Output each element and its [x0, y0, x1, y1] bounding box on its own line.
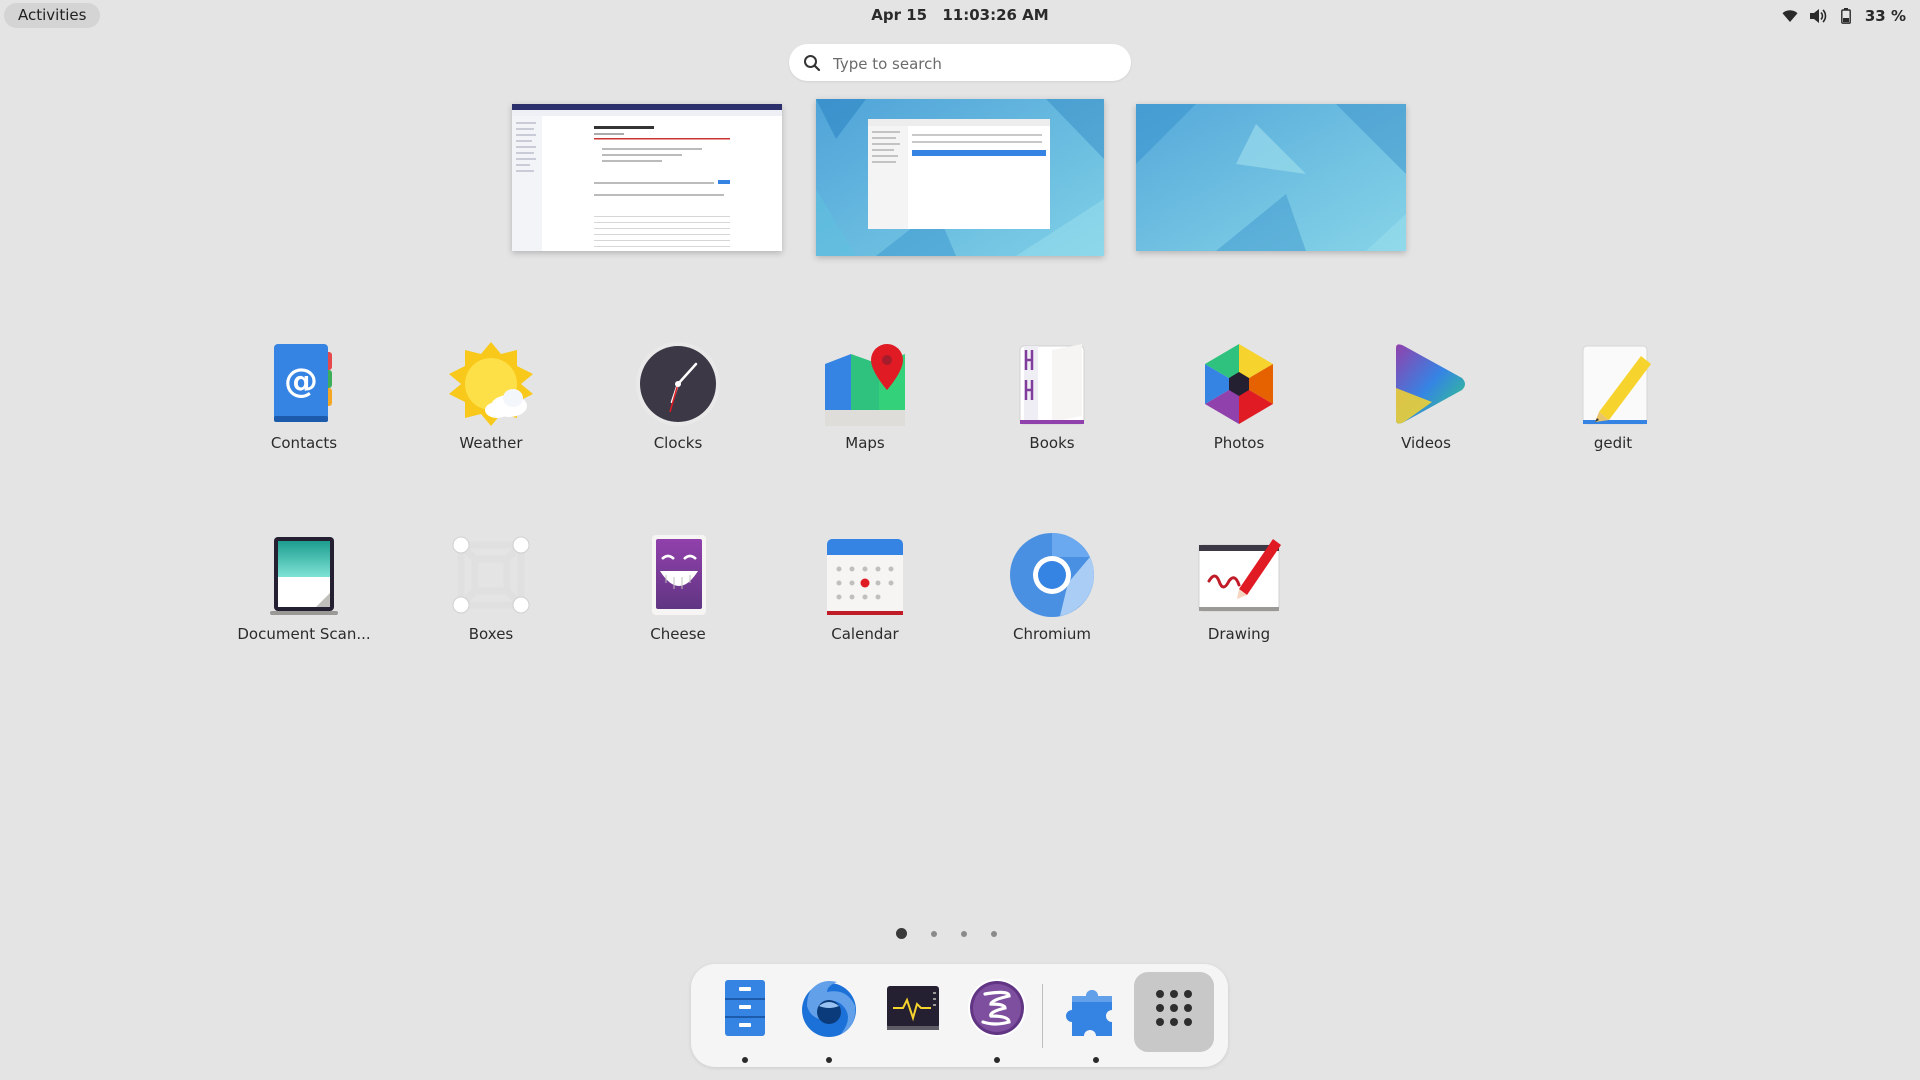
dash-emacs[interactable]: [957, 972, 1037, 1063]
app-label: Drawing: [1207, 625, 1271, 643]
app-label: gedit: [1593, 434, 1633, 452]
page-indicator-4[interactable]: [991, 930, 997, 937]
app-label: Clocks: [653, 434, 703, 452]
search-icon: [803, 54, 821, 72]
chromium-icon: [1010, 532, 1094, 617]
app-gedit[interactable]: gedit: [1525, 340, 1701, 490]
dash-separator: [1042, 984, 1043, 1048]
page-indicator-3[interactable]: [961, 930, 967, 937]
files-icon: [725, 980, 765, 1036]
svg-text:@: @: [284, 361, 318, 401]
app-label: Contacts: [270, 434, 338, 452]
clock-date: Apr 15: [871, 6, 928, 24]
battery-percentage: 33 %: [1864, 6, 1906, 25]
app-maps[interactable]: Maps: [777, 340, 953, 490]
running-indicator: [826, 1057, 832, 1063]
battery-icon: [1837, 7, 1855, 25]
dash-system-monitor[interactable]: [873, 972, 953, 1056]
app-label: Chromium: [1013, 625, 1091, 643]
app-drawing[interactable]: Drawing: [1151, 531, 1327, 681]
workspace-wallpaper: [816, 99, 1104, 256]
videos-icon: [1396, 344, 1465, 424]
maps-icon: [825, 344, 905, 426]
workspace-wallpaper: [1136, 104, 1406, 251]
app-label: Weather: [459, 434, 523, 452]
page-indicator-1[interactable]: [896, 928, 907, 939]
emacs-icon: [968, 979, 1026, 1037]
app-label: Photos: [1213, 434, 1265, 452]
volume-icon: [1809, 7, 1827, 25]
app-label: Boxes: [468, 625, 514, 643]
app-boxes[interactable]: Boxes: [403, 531, 579, 681]
drawing-icon: [1198, 539, 1281, 612]
clock-time: 11:03:26 AM: [942, 6, 1049, 24]
app-label: Calendar: [831, 625, 899, 643]
top-bar: Activities Apr 15 11:03:26 AM 33 %: [0, 0, 1920, 32]
clock-button[interactable]: Apr 15 11:03:26 AM: [0, 0, 1920, 31]
app-chromium[interactable]: Chromium: [964, 531, 1140, 681]
calendar-icon: [827, 539, 903, 615]
photos-icon: [1205, 344, 1273, 424]
app-label: Cheese: [650, 625, 706, 643]
contacts-icon: @: [274, 344, 332, 422]
app-books[interactable]: Books: [964, 340, 1140, 490]
app-calendar[interactable]: Calendar: [777, 531, 953, 681]
page-indicator-2[interactable]: [931, 930, 937, 937]
document-scanner-icon: [270, 537, 338, 615]
app-photos[interactable]: Photos: [1151, 340, 1327, 490]
app-weather[interactable]: Weather: [403, 340, 579, 490]
clocks-icon: [636, 342, 720, 426]
workspace-thumbnail-3[interactable]: [1136, 104, 1406, 251]
search-input[interactable]: [831, 44, 1115, 83]
extensions-icon: [1066, 990, 1112, 1036]
system-monitor-icon: [887, 986, 939, 1030]
app-label: Maps: [845, 434, 885, 452]
firefox-icon: [802, 981, 856, 1037]
show-apps-icon: [1156, 990, 1192, 1026]
app-clocks[interactable]: Clocks: [590, 340, 766, 490]
dash-extensions[interactable]: [1056, 972, 1136, 1063]
dash-firefox[interactable]: [789, 972, 869, 1063]
search-entry[interactable]: [789, 44, 1131, 83]
running-indicator: [742, 1057, 748, 1063]
books-icon: [1019, 344, 1085, 425]
running-indicator: [994, 1057, 1000, 1063]
app-videos[interactable]: Videos: [1338, 340, 1514, 490]
workspace-thumbnail-1[interactable]: [512, 104, 782, 251]
dash: [691, 964, 1228, 1067]
browser-window-preview: [512, 104, 782, 251]
app-label: Books: [1029, 434, 1075, 452]
dash-files[interactable]: [705, 972, 785, 1063]
page-indicators: [896, 928, 997, 939]
app-label: Document Scan...: [237, 625, 371, 643]
cheese-icon: [652, 535, 706, 615]
app-label: Videos: [1401, 434, 1451, 452]
network-wireless-icon: [1781, 7, 1799, 25]
app-document-scanner[interactable]: Document Scan...: [216, 531, 392, 681]
app-cheese[interactable]: Cheese: [590, 531, 766, 681]
gedit-icon: [1582, 345, 1651, 425]
workspace-thumbnail-2[interactable]: [816, 99, 1104, 256]
system-status-menu[interactable]: 33 %: [1781, 0, 1906, 31]
show-apps-button[interactable]: [1134, 972, 1214, 1052]
weather-icon: [449, 342, 533, 426]
boxes-icon: [452, 536, 530, 614]
app-contacts[interactable]: @ Contacts: [216, 340, 392, 490]
running-indicator: [1093, 1057, 1099, 1063]
